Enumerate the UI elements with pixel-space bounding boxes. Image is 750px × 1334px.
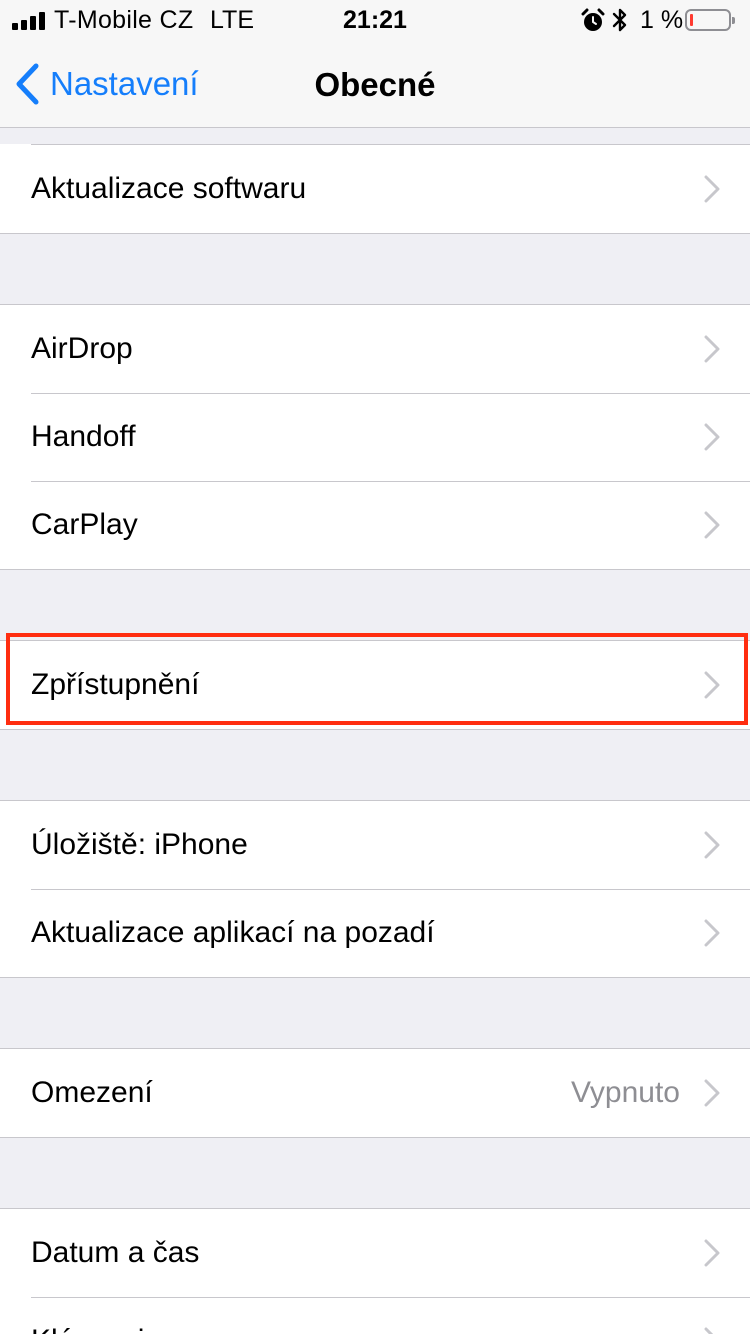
- chevron-right-icon: [704, 175, 720, 203]
- chevron-right-icon: [704, 511, 720, 539]
- chevron-right-icon: [704, 423, 720, 451]
- chevron-right-icon: [704, 1239, 720, 1267]
- settings-group-storage: Úložiště: iPhone Aktualizace aplikací na…: [0, 801, 750, 978]
- group-spacer: [0, 234, 750, 305]
- group-spacer: [0, 730, 750, 801]
- chevron-right-icon: [704, 831, 720, 859]
- row-value: Vypnuto: [571, 1076, 680, 1109]
- navigation-bar: Nastavení Obecné: [0, 40, 750, 128]
- battery-icon: [685, 9, 735, 31]
- settings-group-accessibility: Zpřístupnění: [0, 641, 750, 730]
- row-label: Aktualizace aplikací na pozadí: [31, 916, 435, 949]
- settings-group-restrictions: Omezení Vypnuto: [0, 1049, 750, 1138]
- row-background-app-refresh[interactable]: Aktualizace aplikací na pozadí: [0, 889, 750, 977]
- row-label: Klávesnice: [31, 1324, 176, 1334]
- settings-group-continuity: AirDrop Handoff CarPlay: [0, 305, 750, 570]
- chevron-right-icon: [704, 919, 720, 947]
- chevron-right-icon: [704, 671, 720, 699]
- row-label: Úložiště: iPhone: [31, 828, 248, 861]
- settings-group-date-keyboard: Datum a čas Klávesnice: [0, 1209, 750, 1334]
- settings-group-software: Aktualizace softwaru: [0, 144, 750, 234]
- row-carplay[interactable]: CarPlay: [0, 481, 750, 569]
- group-spacer: [0, 1138, 750, 1209]
- chevron-right-icon: [704, 1079, 720, 1107]
- row-label: Datum a čas: [31, 1236, 200, 1269]
- row-label: CarPlay: [31, 508, 138, 541]
- chevron-right-icon: [704, 335, 720, 363]
- row-label: Aktualizace softwaru: [31, 172, 307, 205]
- row-date-time[interactable]: Datum a čas: [0, 1209, 750, 1297]
- status-bar: T-Mobile CZ LTE 21:21 1 %: [0, 0, 750, 40]
- row-accessibility[interactable]: Zpřístupnění: [0, 641, 750, 729]
- row-label: Zpřístupnění: [31, 668, 200, 701]
- row-software-update[interactable]: Aktualizace softwaru: [0, 145, 750, 233]
- alarm-icon: [581, 8, 605, 31]
- status-time: 21:21: [343, 6, 407, 34]
- row-airdrop[interactable]: AirDrop: [0, 305, 750, 393]
- row-iphone-storage[interactable]: Úložiště: iPhone: [0, 801, 750, 889]
- group-spacer: [0, 978, 750, 1049]
- settings-list: Aktualizace softwaru AirDrop Handoff Car…: [0, 129, 750, 1334]
- bluetooth-icon: [612, 8, 627, 32]
- row-label: AirDrop: [31, 332, 133, 365]
- group-spacer: [0, 570, 750, 641]
- battery-percent: 1 %: [640, 6, 684, 34]
- page-title: Obecné: [314, 66, 436, 103]
- settings-general-screen: T-Mobile CZ LTE 21:21 1 % Nastavení Obec…: [0, 0, 750, 1334]
- row-label: Omezení: [31, 1076, 153, 1109]
- row-restrictions[interactable]: Omezení Vypnuto: [0, 1049, 750, 1137]
- row-handoff[interactable]: Handoff: [0, 393, 750, 481]
- row-label: Handoff: [31, 420, 136, 453]
- list-top-spacer: [0, 129, 750, 144]
- chevron-right-icon: [704, 1327, 714, 1334]
- battery-level: [690, 14, 693, 26]
- row-keyboard[interactable]: Klávesnice: [0, 1297, 750, 1334]
